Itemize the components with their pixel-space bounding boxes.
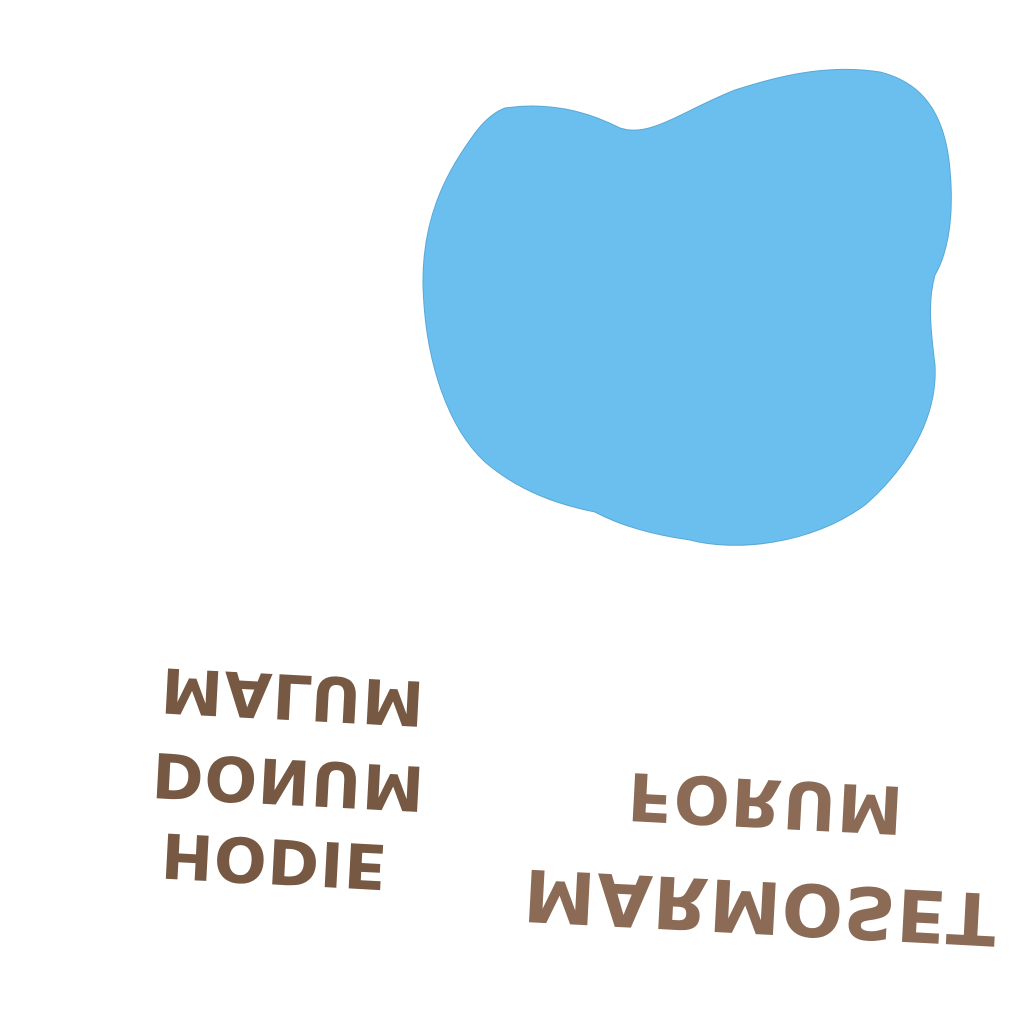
label-group-left: MALUM DONUM HODIE bbox=[150, 653, 427, 903]
map-label-donum: DONUM bbox=[150, 738, 427, 825]
map-label-marmoset: MARMOSET bbox=[522, 853, 1000, 962]
map-label-hodie: HODIE bbox=[159, 818, 389, 903]
map-label-forum: FORUM bbox=[626, 757, 906, 848]
map-label-malum: MALUM bbox=[159, 653, 426, 740]
lake-water-body[interactable] bbox=[422, 68, 952, 546]
label-group-right: FORUM MARMOSET bbox=[522, 757, 1000, 962]
map-canvas: MALUM DONUM HODIE FORUM MARMOSET bbox=[150, 68, 1000, 962]
